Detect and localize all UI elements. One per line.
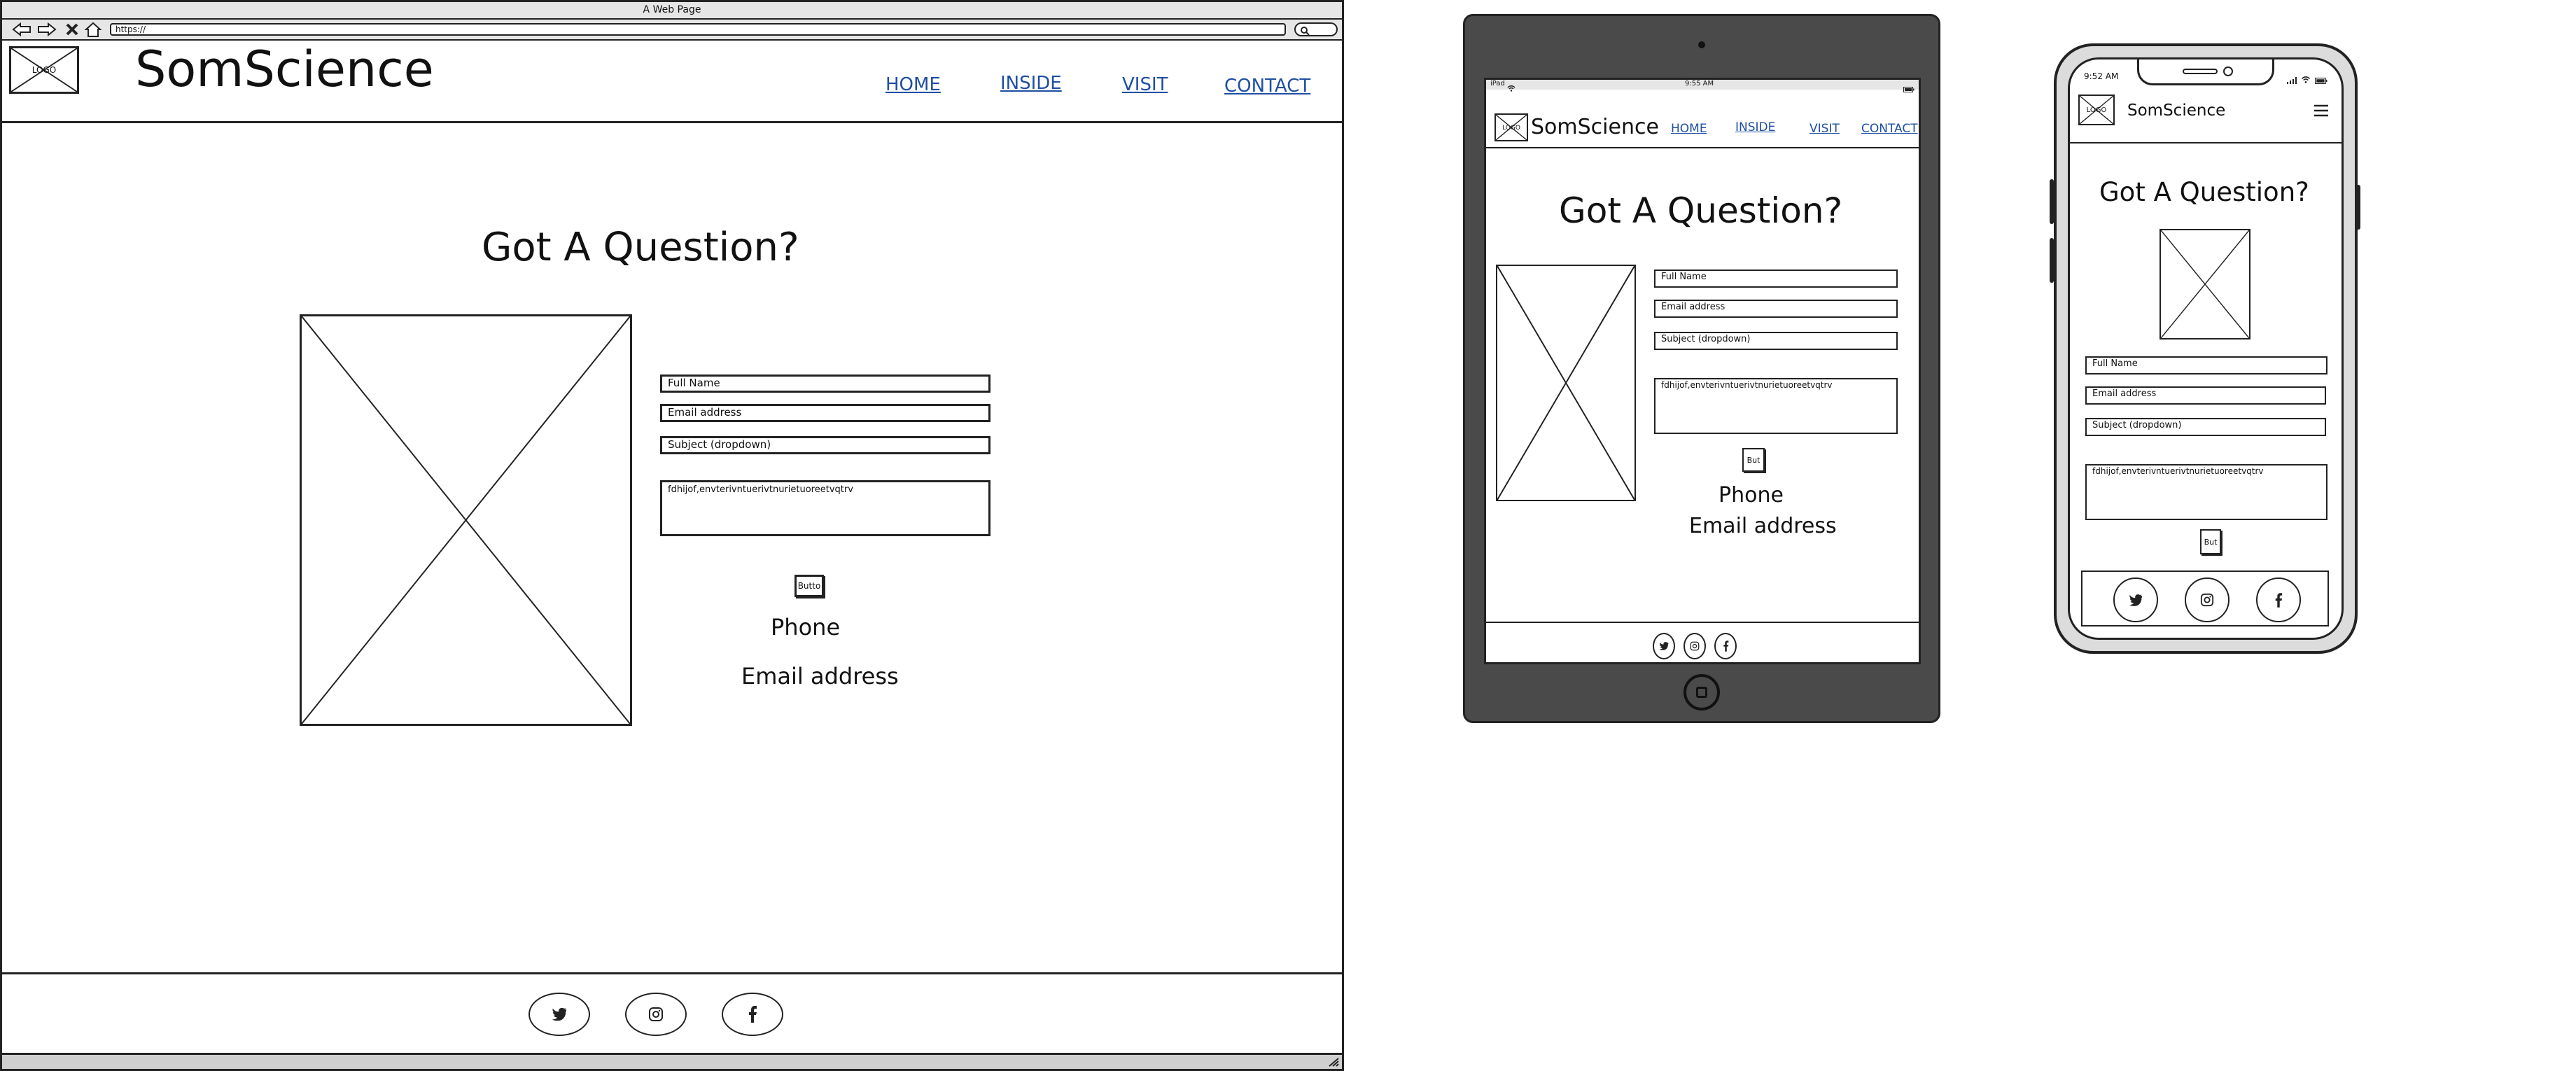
tablet-status-time: 9:55 AM (1685, 80, 1714, 88)
contact-image-placeholder (300, 314, 632, 726)
tablet-facebook-icon (1723, 640, 1728, 652)
tablet-nav-contact[interactable]: CONTACT (1861, 122, 1918, 136)
tablet-nav-inside[interactable]: INSIDE (1735, 120, 1775, 134)
home-icon[interactable] (84, 21, 102, 38)
resize-grip-icon[interactable] (1328, 1056, 1339, 1070)
facebook-icon (749, 1006, 757, 1023)
back-arrow-icon[interactable] (12, 22, 31, 37)
phone-logo[interactable]: LOGO (2078, 94, 2115, 125)
phone-power-button[interactable] (2356, 185, 2360, 230)
phone-status-time: 9:52 AM (2084, 71, 2119, 81)
tablet-device: iPad 9:55 AM LOGO SomScience HOME INSIDE… (1463, 14, 1940, 723)
tablet-facebook-button[interactable] (1714, 633, 1737, 659)
nav-visit[interactable]: VISIT (1122, 74, 1168, 95)
tablet-full-name-field[interactable]: Full Name (1654, 270, 1898, 288)
browser-toolbar: https:// (2, 20, 1342, 41)
instagram-button[interactable] (625, 993, 687, 1036)
close-icon[interactable] (65, 22, 79, 36)
phone-facebook-icon (2275, 592, 2283, 608)
tablet-message-textarea[interactable]: fdhijof,envterivntuerivtnurietuoreetvqtr… (1654, 378, 1898, 434)
tablet-twitter-icon (1659, 642, 1669, 650)
tablet-submit-button[interactable]: But (1742, 448, 1765, 472)
subject-dropdown[interactable]: Subject (dropdown) (660, 436, 990, 454)
twitter-icon (552, 1007, 567, 1021)
search-box[interactable] (1294, 22, 1338, 36)
tablet-image-placeholder (1496, 265, 1636, 501)
instagram-icon (649, 1007, 663, 1021)
tablet-logo-label: LOGO (1502, 125, 1520, 132)
site-brand[interactable]: SomScience (135, 41, 434, 98)
tablet-email-address-label: Email address (1689, 514, 1837, 538)
browser-title-bar: A Web Page (2, 2, 1342, 20)
phone-side-button[interactable] (2050, 179, 2054, 224)
facebook-button[interactable] (722, 993, 783, 1036)
twitter-button[interactable] (528, 993, 590, 1036)
phone-screen: 9:52 AM LOGO SomScience Got A Question? … (2068, 57, 2344, 640)
message-textarea[interactable]: fdhijof,envterivntuerivtnurietuoreetvqtr… (660, 480, 990, 536)
url-bar[interactable]: https:// (110, 23, 1286, 36)
tablet-screen: iPad 9:55 AM LOGO SomScience HOME INSIDE… (1484, 78, 1921, 664)
phone-brand[interactable]: SomScience (2127, 102, 2225, 120)
phone-logo-label: LOGO (2086, 106, 2107, 114)
nav-home[interactable]: HOME (886, 74, 941, 95)
email-field[interactable]: Email address (660, 404, 990, 422)
nav-contact[interactable]: CONTACT (1224, 76, 1310, 97)
tablet-twitter-button[interactable] (1653, 633, 1675, 659)
url-text: https:// (115, 24, 146, 34)
tablet-header: LOGO SomScience HOME INSIDE VISIT CONTAC… (1486, 90, 1919, 148)
phone-subject-dropdown[interactable]: Subject (dropdown) (2085, 418, 2326, 436)
signal-icon (2287, 74, 2297, 87)
phone-email-field[interactable]: Email address (2085, 386, 2326, 405)
phone-label: Phone (771, 614, 841, 640)
phone-page-heading: Got A Question? (2099, 177, 2309, 207)
window-title: A Web Page (643, 4, 701, 15)
phone-volume-button[interactable] (2050, 238, 2054, 283)
full-name-field[interactable]: Full Name (660, 374, 990, 393)
phone-battery-icon (2315, 74, 2328, 87)
hamburger-menu-icon[interactable] (2314, 104, 2329, 120)
phone-image-placeholder (2160, 229, 2250, 340)
phone-submit-button[interactable]: But (2200, 529, 2221, 554)
nav-inside[interactable]: INSIDE (1000, 73, 1062, 94)
tablet-status-bar: iPad 9:55 AM (1486, 80, 1919, 92)
tablet-home-button[interactable] (1684, 674, 1720, 710)
tablet-phone-label: Phone (1718, 483, 1784, 507)
search-icon (1300, 25, 1310, 38)
email-address-label: Email address (741, 663, 899, 690)
phone-instagram-icon (2200, 593, 2214, 607)
phone-notch (2137, 59, 2274, 85)
phone-twitter-icon (2129, 594, 2143, 606)
tablet-instagram-button[interactable] (1684, 633, 1706, 659)
tablet-page-heading: Got A Question? (1559, 190, 1843, 231)
phone-message-textarea[interactable]: fdhijof,envterivntuerivtnurietuoreetvqtr… (2085, 464, 2328, 520)
phone-device: 9:52 AM LOGO SomScience Got A Question? … (2050, 43, 2360, 654)
tablet-instagram-icon (1690, 641, 1700, 651)
tablet-subject-dropdown[interactable]: Subject (dropdown) (1654, 332, 1898, 350)
submit-button[interactable]: Butto (794, 575, 824, 597)
browser-status-bar (2, 1055, 1342, 1069)
phone-full-name-field[interactable]: Full Name (2085, 356, 2328, 374)
tablet-status-left: iPad (1490, 80, 1505, 88)
site-footer (2, 972, 1342, 1055)
tablet-nav-visit[interactable]: VISIT (1809, 122, 1840, 136)
phone-footer (2081, 570, 2329, 626)
logo-image[interactable]: LOGO (9, 46, 79, 94)
logo-label: LOGO (31, 65, 57, 75)
tablet-brand[interactable]: SomScience (1531, 115, 1659, 139)
forward-arrow-icon[interactable] (37, 22, 57, 37)
page-heading: Got A Question? (482, 225, 799, 270)
phone-wifi-icon (2301, 73, 2311, 86)
tablet-nav-home[interactable]: HOME (1671, 122, 1707, 136)
desktop-browser-window: A Web Page https:// LOGO SomScience HOME… (0, 0, 1344, 1071)
phone-twitter-button[interactable] (2113, 578, 2158, 622)
tablet-footer (1486, 622, 1919, 662)
site-header: LOGO SomScience HOME INSIDE VISIT CONTAC… (2, 41, 1342, 123)
phone-instagram-button[interactable] (2185, 578, 2230, 622)
tablet-camera (1698, 41, 1705, 48)
phone-facebook-button[interactable] (2256, 578, 2301, 622)
tablet-logo[interactable]: LOGO (1494, 113, 1528, 141)
phone-header: LOGO SomScience (2070, 88, 2342, 144)
tablet-email-field[interactable]: Email address (1654, 300, 1898, 318)
